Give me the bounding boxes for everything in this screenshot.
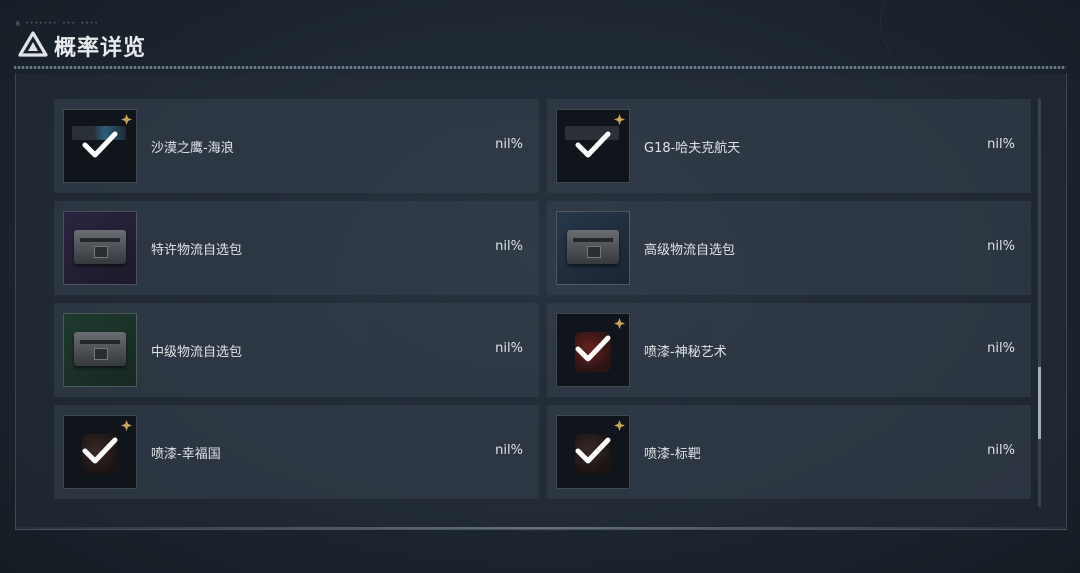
delta-logo-icon	[18, 31, 48, 57]
item-probability: nil%	[987, 443, 1015, 458]
rank-emblem-icon	[614, 420, 625, 431]
item-card[interactable]: 特许物流自选包 nil%	[54, 201, 539, 295]
item-thumbnail	[63, 415, 137, 489]
header-divider	[14, 66, 1066, 69]
item-grid: 沙漠之鹰-海浪 nil% G18-哈夫克航天 nil% 特许物流自选包 nil%	[54, 99, 1031, 499]
item-card[interactable]: 高级物流自选包 nil%	[547, 201, 1031, 295]
scrollbar-track[interactable]	[1038, 99, 1041, 507]
item-thumbnail	[556, 109, 630, 183]
item-card[interactable]: 中级物流自选包 nil%	[54, 303, 539, 397]
item-name: 高级物流自选包	[644, 243, 736, 258]
item-card[interactable]: 喷漆-神秘艺术 nil%	[547, 303, 1031, 397]
item-name: 喷漆-标靶	[644, 447, 701, 462]
probability-list-panel: 沙漠之鹰-海浪 nil% G18-哈夫克航天 nil% 特许物流自选包 nil%	[15, 73, 1067, 530]
rank-emblem-icon	[614, 114, 625, 125]
item-thumbnail	[63, 313, 137, 387]
crate-image	[567, 230, 619, 264]
item-probability: nil%	[987, 239, 1015, 254]
item-thumbnail	[556, 313, 630, 387]
crate-image	[74, 332, 126, 366]
header-caption: ▣ ••••••• ••• ••••	[16, 20, 100, 27]
check-icon	[575, 131, 611, 158]
item-card[interactable]: 喷漆-幸福国 nil%	[54, 405, 539, 499]
item-name: 喷漆-神秘艺术	[644, 345, 727, 360]
item-probability: nil%	[987, 341, 1015, 356]
item-probability: nil%	[495, 443, 523, 458]
item-thumbnail	[63, 211, 137, 285]
check-icon	[575, 437, 611, 464]
scrollbar-thumb[interactable]	[1038, 367, 1041, 439]
item-thumbnail	[556, 415, 630, 489]
item-card[interactable]: 喷漆-标靶 nil%	[547, 405, 1031, 499]
item-name: 沙漠之鹰-海浪	[151, 141, 234, 156]
item-thumbnail	[556, 211, 630, 285]
item-name: 特许物流自选包	[151, 243, 243, 258]
item-probability: nil%	[495, 239, 523, 254]
item-probability: nil%	[495, 341, 523, 356]
check-icon	[82, 131, 118, 158]
item-name: G18-哈夫克航天	[644, 141, 741, 156]
panel-bottom-divider	[15, 527, 1065, 529]
item-probability: nil%	[987, 137, 1015, 152]
item-name: 喷漆-幸福国	[151, 447, 221, 462]
crate-image	[74, 230, 126, 264]
item-name: 中级物流自选包	[151, 345, 243, 360]
item-probability: nil%	[495, 137, 523, 152]
check-icon	[82, 437, 118, 464]
page-title: 概率详览	[54, 36, 147, 61]
rank-emblem-icon	[614, 318, 625, 329]
rank-emblem-icon	[121, 420, 132, 431]
rank-emblem-icon	[121, 114, 132, 125]
check-icon	[575, 335, 611, 362]
page-header: ▣ ••••••• ••• •••• 概率详览	[14, 20, 1066, 69]
item-card[interactable]: G18-哈夫克航天 nil%	[547, 99, 1031, 193]
item-thumbnail	[63, 109, 137, 183]
item-card[interactable]: 沙漠之鹰-海浪 nil%	[54, 99, 539, 193]
